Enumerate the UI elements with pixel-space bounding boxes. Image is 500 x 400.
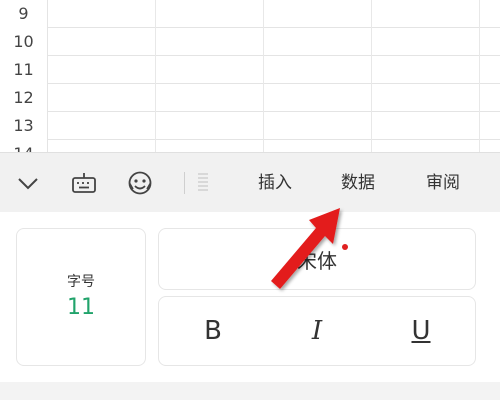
cell[interactable] bbox=[156, 140, 264, 152]
font-size-label: 字号 bbox=[67, 274, 95, 290]
underline-button[interactable]: U bbox=[371, 297, 471, 365]
sheet-row: 12 bbox=[0, 84, 500, 112]
font-size-value: 11 bbox=[67, 295, 95, 320]
cell[interactable] bbox=[372, 0, 480, 28]
cell[interactable] bbox=[48, 84, 156, 112]
cell[interactable] bbox=[372, 56, 480, 84]
cell[interactable] bbox=[372, 140, 480, 152]
sheet-row: 11 bbox=[0, 56, 500, 84]
cell[interactable] bbox=[48, 56, 156, 84]
text-style-card: B I U bbox=[158, 296, 476, 366]
bold-button[interactable]: B bbox=[163, 297, 263, 365]
toolbar-divider bbox=[184, 172, 185, 194]
keyboard-icon[interactable] bbox=[66, 165, 102, 201]
row-number[interactable]: 13 bbox=[0, 112, 48, 140]
cell[interactable] bbox=[48, 0, 156, 28]
row-number[interactable]: 14 bbox=[0, 140, 48, 152]
sheet-row: 9 bbox=[0, 0, 500, 28]
font-size-card[interactable]: 字号 11 bbox=[16, 228, 146, 366]
font-name-card[interactable]: 宋体 bbox=[158, 228, 476, 290]
sheet-row: 13 bbox=[0, 112, 500, 140]
font-name: 宋体 bbox=[297, 248, 337, 273]
cell[interactable] bbox=[264, 28, 372, 56]
cell[interactable] bbox=[372, 112, 480, 140]
cell[interactable] bbox=[372, 84, 480, 112]
cell[interactable] bbox=[48, 112, 156, 140]
bottom-strip bbox=[0, 382, 500, 400]
bottom-toolbar: 插入 数据 审阅 bbox=[0, 152, 500, 212]
tab-insert[interactable]: 插入 bbox=[258, 153, 292, 213]
cell[interactable] bbox=[264, 0, 372, 28]
cell[interactable] bbox=[372, 28, 480, 56]
cell[interactable] bbox=[156, 84, 264, 112]
cell[interactable] bbox=[156, 112, 264, 140]
cell[interactable] bbox=[48, 140, 156, 152]
row-number[interactable]: 11 bbox=[0, 56, 48, 84]
sheet-row: 10 bbox=[0, 28, 500, 56]
cell[interactable] bbox=[264, 140, 372, 152]
tab-data[interactable]: 数据 bbox=[341, 153, 375, 213]
italic-button[interactable]: I bbox=[267, 297, 367, 365]
cell[interactable] bbox=[156, 56, 264, 84]
notification-dot bbox=[342, 244, 348, 250]
sheet-row: 14 bbox=[0, 140, 500, 152]
cell[interactable] bbox=[156, 0, 264, 28]
emoji-icon[interactable] bbox=[122, 165, 158, 201]
chevron-down-icon[interactable] bbox=[10, 165, 46, 201]
row-number[interactable]: 10 bbox=[0, 28, 48, 56]
faded-tab-icon bbox=[198, 173, 208, 193]
row-number[interactable]: 9 bbox=[0, 0, 48, 28]
tab-review[interactable]: 审阅 bbox=[426, 153, 460, 213]
row-number[interactable]: 12 bbox=[0, 84, 48, 112]
cell[interactable] bbox=[264, 84, 372, 112]
spreadsheet-grid[interactable]: 9 10 11 12 13 14 bbox=[0, 0, 500, 152]
cell[interactable] bbox=[156, 28, 264, 56]
cell[interactable] bbox=[48, 28, 156, 56]
cell[interactable] bbox=[264, 56, 372, 84]
format-panel: 字号 11 宋体 B I U bbox=[0, 212, 500, 382]
cell[interactable] bbox=[264, 112, 372, 140]
